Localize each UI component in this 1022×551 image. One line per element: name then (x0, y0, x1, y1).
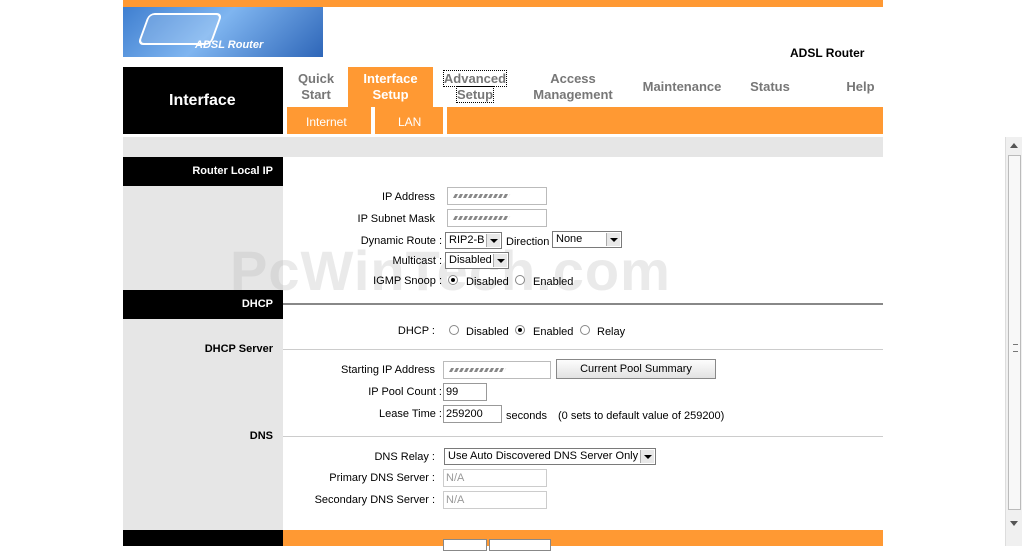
content-top-band (123, 137, 883, 157)
lease-time-note: (0 sets to default value of 259200) (558, 410, 725, 422)
multicast-value: Disabled (449, 254, 492, 266)
dns-relay-label: DNS Relay : (374, 451, 435, 463)
current-pool-summary-button[interactable]: Current Pool Summary (556, 359, 716, 379)
product-name: ADSL Router (790, 46, 865, 60)
subnet-mask-label: IP Subnet Mask (357, 213, 435, 225)
dhcp-disabled-label: Disabled (466, 326, 509, 338)
ip-pool-count-input[interactable] (443, 383, 487, 401)
starting-ip-input[interactable] (443, 361, 551, 379)
direction-select[interactable]: None (552, 231, 622, 248)
dhcp-mode-label: DHCP : (397, 325, 435, 337)
starting-ip-label: Starting IP Address (341, 364, 435, 376)
router-logo: ADSL Router (123, 7, 323, 57)
lease-time-input[interactable] (443, 405, 502, 423)
dhcp-relay-radio[interactable] (580, 325, 590, 335)
primary-dns-input[interactable] (443, 469, 547, 487)
lease-time-label: Lease Time : (379, 408, 442, 420)
direction-value: None (556, 233, 583, 245)
submenu-lan[interactable]: LAN (398, 115, 421, 129)
dynamic-route-select[interactable]: RIP2-B (445, 232, 502, 249)
main-menu: Quick Start Interface Setup Advanced Setup … (283, 67, 883, 107)
igmp-enabled-label: Enabled (533, 276, 574, 288)
scroll-up-icon[interactable] (1010, 143, 1018, 148)
menu-help[interactable]: Help (838, 79, 883, 95)
menu-maintenance[interactable]: Maintenance (638, 79, 726, 95)
sub-menu: Internet LAN (283, 107, 883, 134)
save-button[interactable] (443, 539, 487, 551)
submenu-internet[interactable]: Internet (306, 115, 347, 129)
dhcp-enabled-radio[interactable] (515, 325, 525, 335)
chevron-down-icon (640, 450, 654, 463)
divider (283, 349, 883, 350)
nav-section-title-box: Interface (123, 67, 283, 134)
dns-relay-value: Use Auto Discovered DNS Server Only (448, 450, 639, 462)
menu-maintenance-label: Maintenance (642, 79, 722, 94)
menu-quick-start-line2: Start (301, 87, 331, 102)
ip-address-label: IP Address (382, 191, 435, 203)
menu-help-label: Help (846, 79, 875, 94)
ip-address-input[interactable] (447, 187, 547, 205)
dhcp-server-label: DHCP Server (204, 343, 273, 355)
menu-status[interactable]: Status (745, 79, 795, 95)
chevron-down-icon (493, 254, 507, 267)
ip-pool-count-label: IP Pool Count : (368, 386, 442, 398)
submenu-separator (283, 107, 287, 134)
menu-status-label: Status (750, 79, 790, 94)
cancel-button[interactable] (489, 539, 551, 551)
direction-label: Direction (506, 236, 550, 248)
dynamic-route-value: RIP2-B (449, 234, 485, 246)
section-router-local-ip: Router Local IP (123, 157, 283, 186)
menu-advanced-setup-line2: Setup (455, 86, 495, 103)
scrollbar-thumb[interactable] (1008, 155, 1021, 510)
igmp-snoop-label: IGMP Snoop : (373, 275, 442, 287)
dns-relay-select[interactable]: Use Auto Discovered DNS Server Only (444, 448, 656, 465)
top-accent-bar (123, 0, 883, 7)
dynamic-route-label: Dynamic Route : (360, 235, 442, 247)
dns-label: DNS (249, 430, 273, 442)
footer-left-block (123, 530, 283, 546)
logo-text: ADSL Router (195, 39, 264, 51)
menu-access-management[interactable]: Access Management (527, 71, 619, 103)
section-divider (283, 303, 883, 305)
igmp-disabled-radio[interactable] (448, 275, 458, 285)
grip-icon (1013, 344, 1018, 352)
secondary-dns-label: Secondary DNS Server : (314, 494, 435, 506)
subnet-mask-input[interactable] (447, 209, 547, 227)
menu-quick-start-line1: Quick (297, 71, 335, 86)
menu-interface-setup-line2: Setup (372, 87, 409, 102)
menu-advanced-setup-line1: Advanced (442, 70, 508, 87)
menu-advanced-setup[interactable]: Advanced Setup (442, 70, 508, 103)
submenu-separator (371, 107, 375, 134)
menu-access-management-line1: Access (550, 71, 596, 86)
divider (283, 436, 883, 437)
vertical-scrollbar[interactable] (1005, 137, 1022, 546)
chevron-down-icon (486, 234, 500, 247)
menu-interface-setup[interactable]: Interface Setup (348, 67, 433, 107)
secondary-dns-input[interactable] (443, 491, 547, 509)
igmp-enabled-radio[interactable] (515, 275, 525, 285)
menu-quick-start[interactable]: Quick Start (295, 71, 337, 103)
dhcp-relay-label: Relay (597, 326, 626, 338)
scroll-down-icon[interactable] (1010, 521, 1018, 526)
footer-action-bar (283, 530, 883, 546)
menu-access-management-line2: Management (533, 87, 613, 102)
nav-section-title: Interface (169, 92, 236, 109)
lease-time-unit: seconds (506, 410, 547, 422)
primary-dns-label: Primary DNS Server : (329, 472, 435, 484)
igmp-disabled-label: Disabled (466, 276, 509, 288)
left-label-column: Router Local IP DHCP DHCP Server DNS (123, 157, 283, 546)
dhcp-enabled-label: Enabled (533, 326, 574, 338)
dhcp-disabled-radio[interactable] (449, 325, 459, 335)
multicast-select[interactable]: Disabled (445, 252, 509, 269)
section-router-local-ip-label: Router Local IP (192, 165, 273, 177)
menu-interface-setup-line1: Interface (363, 71, 418, 86)
submenu-separator (443, 107, 447, 134)
multicast-label: Multicast : (392, 255, 442, 267)
chevron-down-icon (606, 233, 620, 246)
